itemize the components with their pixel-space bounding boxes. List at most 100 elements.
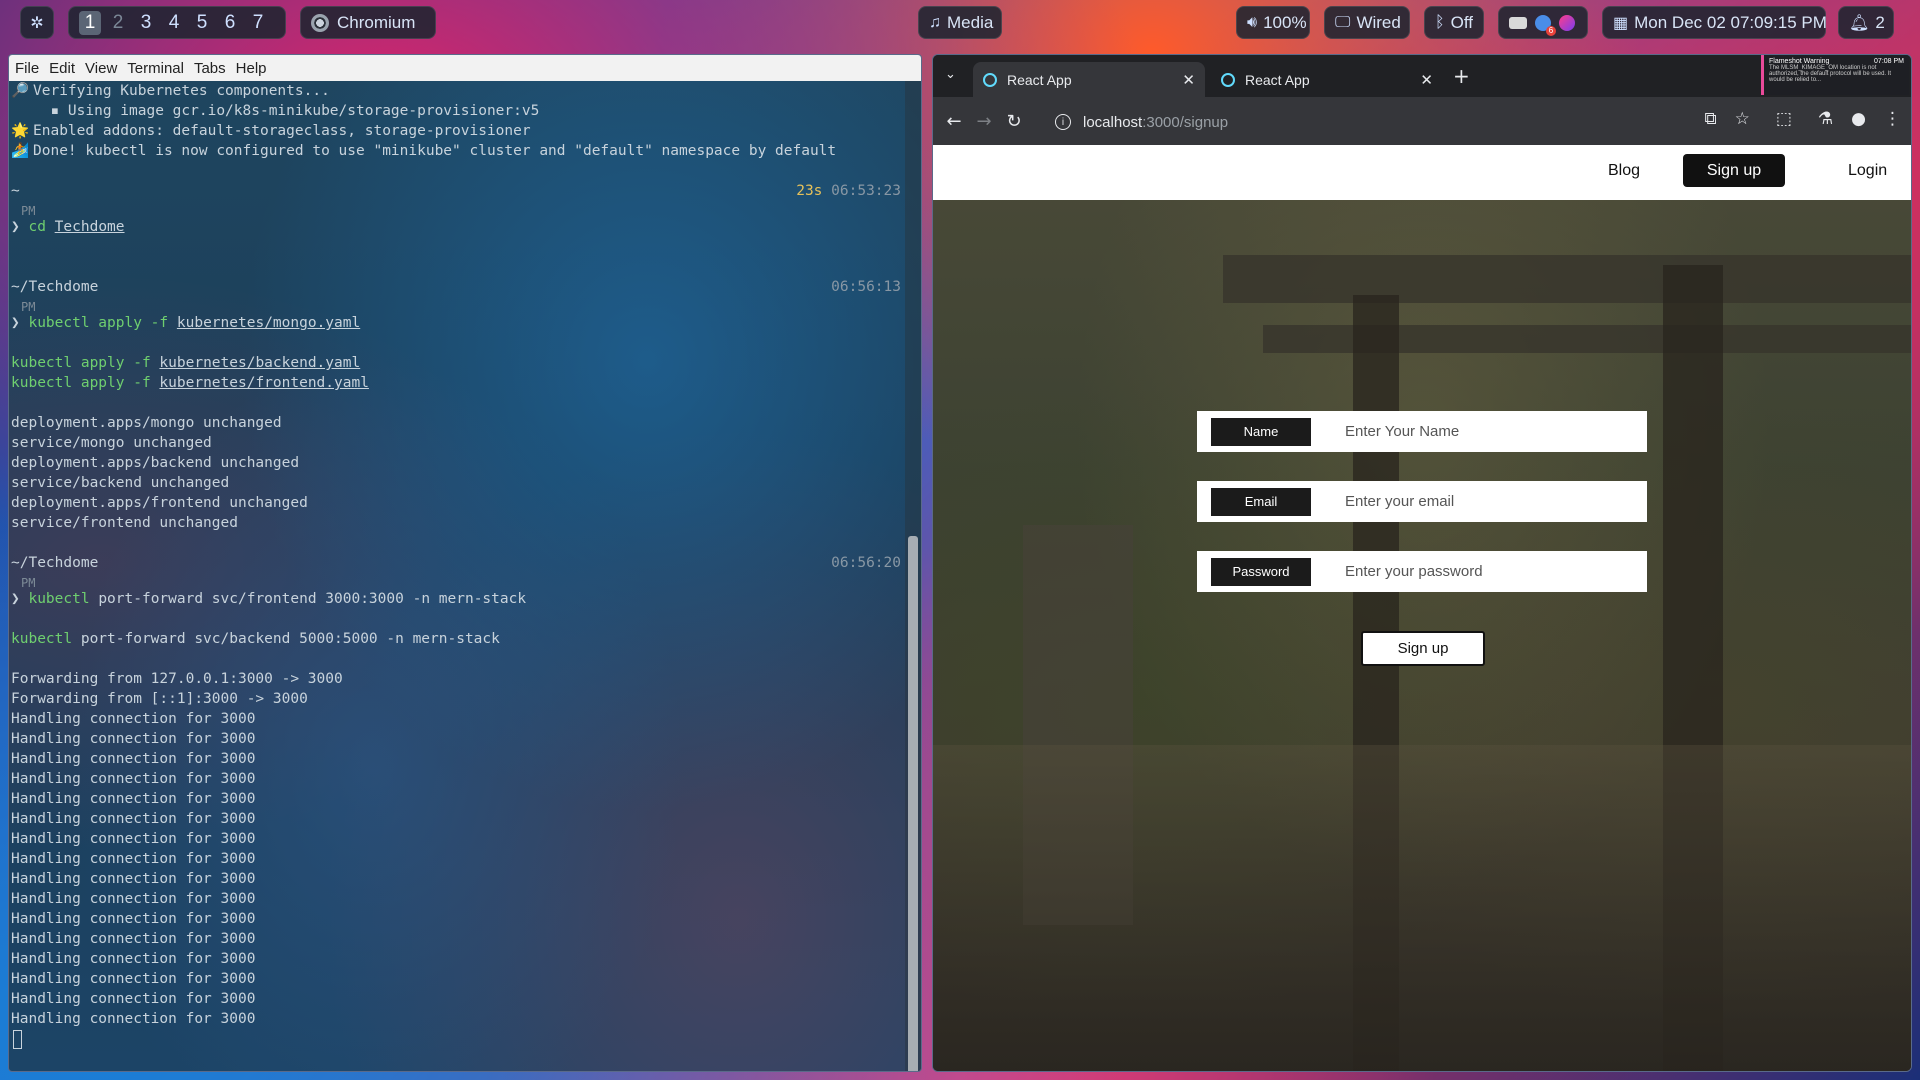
terminal-line: service/backend unchanged <box>11 473 905 493</box>
terminal-text: Handling connection for 3000 <box>11 891 256 907</box>
tab-close-icon[interactable]: ✕ <box>1182 71 1195 89</box>
media-button[interactable]: ♫ Media <box>918 6 1002 39</box>
nav-login-link[interactable]: Login <box>1848 162 1887 180</box>
terminal-window[interactable]: File Edit View Terminal Tabs Help 🔎 Verifying … <box>8 54 922 1072</box>
terminal-line: Handling connection for 3000 <box>11 969 905 989</box>
labs-flask-icon[interactable]: ⚗ <box>1818 109 1833 129</box>
nav-signup-button[interactable]: Sign up <box>1683 154 1785 187</box>
status-emoji-icon: 🌟 <box>11 123 30 139</box>
name-input[interactable] <box>1345 423 1625 440</box>
terminal-text: service/frontend unchanged <box>11 515 238 531</box>
terminal-line: Handling connection for 3000 <box>11 809 905 829</box>
terminal-line: ▪ Using image gcr.io/k8s-minikube/storag… <box>11 101 905 121</box>
terminal-line: Handling connection for 3000 <box>11 909 905 929</box>
terminal-text: Handling connection for 3000 <box>11 831 256 847</box>
speaker-icon: 🔊︎ <box>1247 13 1258 31</box>
active-window-title: Chromium <box>337 12 416 32</box>
screen-icon[interactable] <box>1509 16 1527 29</box>
install-app-icon[interactable]: ⧉ <box>1704 109 1716 129</box>
signup-submit-button[interactable]: Sign up <box>1361 631 1485 666</box>
terminal-line <box>11 1029 905 1049</box>
workspace-7[interactable]: 7 <box>247 11 269 35</box>
terminal-menubar: File Edit View Terminal Tabs Help <box>9 55 921 81</box>
tab-close-icon[interactable]: ✕ <box>1420 71 1433 89</box>
terminal-line: PM <box>11 201 905 218</box>
password-input[interactable] <box>1345 563 1625 580</box>
workspace-2[interactable]: 2 <box>107 11 129 35</box>
tab-react-app-2[interactable]: React App ✕ <box>1211 62 1443 97</box>
terminal-menu-tabs[interactable]: Tabs <box>194 60 226 77</box>
react-favicon-icon <box>1221 72 1235 87</box>
terminal-text: Handling connection for 3000 <box>11 851 256 867</box>
terminal-line: Handling connection for 3000 <box>11 789 905 809</box>
command-arg: port-forward svc/backend 5000:5000 -n me… <box>80 631 500 647</box>
menu-kebab-icon[interactable]: ⋮ <box>1884 109 1901 129</box>
terminal-menu-terminal[interactable]: Terminal <box>127 60 184 77</box>
workspace-1[interactable]: 1 <box>79 10 101 35</box>
terminal-menu-edit[interactable]: Edit <box>49 60 75 77</box>
top-bar: ✲ 1234567 Chromium ♫ Media 🔊︎ 100% 🖵 Wir… <box>0 0 1920 46</box>
new-tab-icon[interactable]: + <box>1453 64 1470 88</box>
status-emoji-icon: 🔎 <box>11 83 30 99</box>
flameshot-icon[interactable] <box>1559 14 1575 31</box>
email-input[interactable] <box>1345 493 1625 510</box>
active-window-indicator[interactable]: Chromium <box>300 6 436 39</box>
notification-body: The MLSM_KIMAGE_OM location is not autho… <box>1769 65 1892 83</box>
app-tray-icon[interactable]: 6 <box>1535 14 1556 36</box>
ethernet-icon: 🖵 <box>1335 13 1351 31</box>
prompt-dir: ~/Techdome <box>11 555 99 571</box>
terminal-line: 🏄 Done! kubectl is now configured to use … <box>11 141 905 161</box>
workspace-3[interactable]: 3 <box>135 11 157 35</box>
prompt-dir: ~/Techdome <box>11 279 99 295</box>
bluetooth-indicator[interactable]: ᛒ Off <box>1424 6 1484 39</box>
profile-icon[interactable]: ● <box>1851 109 1866 129</box>
notification-popup[interactable]: Flameshot Warning 07:08 PM The MLSM_KIMA… <box>1761 55 1909 95</box>
terminal-cursor <box>13 1029 22 1049</box>
reload-icon[interactable]: ↻ <box>999 111 1029 132</box>
terminal-output[interactable]: 🔎 Verifying Kubernetes components... ▪ Us… <box>9 81 905 1071</box>
web-page: Blog Sign up Login Name Email Password S… <box>933 145 1911 1071</box>
notifications-count: 2 <box>1875 12 1885 32</box>
nav-blog-link[interactable]: Blog <box>1608 162 1640 180</box>
terminal-scrollbar[interactable] <box>905 81 921 1071</box>
site-info-icon[interactable]: i <box>1055 114 1071 130</box>
settings-button[interactable]: ✲ <box>20 6 54 39</box>
tab-search-icon[interactable]: ⌄ <box>945 67 956 82</box>
terminal-menu-file[interactable]: File <box>15 60 39 77</box>
terminal-text: Handling connection for 3000 <box>11 791 256 807</box>
terminal-line: Handling connection for 3000 <box>11 949 905 969</box>
clock[interactable]: ▦ Mon Dec 02 07:09:15 PM <box>1602 6 1827 39</box>
forward-icon[interactable]: → <box>969 111 999 132</box>
terminal-scrollbar-thumb[interactable] <box>908 536 918 1071</box>
address-bar[interactable]: i localhost:3000/signup <box>1055 105 1655 139</box>
terminal-text: service/mongo unchanged <box>11 435 212 451</box>
extensions-icon[interactable]: ⬚ <box>1776 109 1792 129</box>
volume-label: 100% <box>1263 12 1307 32</box>
tab-react-app-1[interactable]: React App ✕ <box>973 62 1205 97</box>
workspace-4[interactable]: 4 <box>163 11 185 35</box>
terminal-line: ~/Techdome 06:56:13 <box>11 277 905 297</box>
network-label: Wired <box>1356 12 1401 32</box>
terminal-text: PM <box>21 576 36 590</box>
workspace-6[interactable]: 6 <box>219 11 241 35</box>
bookmark-star-icon[interactable]: ☆ <box>1735 109 1750 129</box>
workspace-5[interactable]: 5 <box>191 11 213 35</box>
back-icon[interactable]: ← <box>939 111 969 132</box>
terminal-line: Handling connection for 3000 <box>11 869 905 889</box>
volume-indicator[interactable]: 🔊︎ 100% <box>1236 6 1310 39</box>
browser-window: ⌄ React App ✕ React App ✕ + Flameshot Wa… <box>932 54 1912 1072</box>
notifications-button[interactable]: 🔔︎ 2 <box>1838 6 1894 39</box>
terminal-text: Handling connection for 3000 <box>11 871 256 887</box>
terminal-menu-view[interactable]: View <box>85 60 117 77</box>
terminal-menu-help[interactable]: Help <box>236 60 267 77</box>
terminal-line: ❯ kubectl port-forward svc/frontend 3000… <box>11 591 527 607</box>
terminal-line: kubectl port-forward svc/backend 5000:50… <box>11 629 905 649</box>
password-label: Password <box>1211 557 1311 586</box>
terminal-line: ❯ cd Techdome <box>11 219 125 235</box>
command-arg: kubernetes/backend.yaml <box>159 355 361 371</box>
network-indicator[interactable]: 🖵 Wired <box>1324 6 1410 39</box>
terminal-line: Handling connection for 3000 <box>11 1009 905 1029</box>
terminal-text: Enabled addons: default-storageclass, st… <box>33 123 531 139</box>
